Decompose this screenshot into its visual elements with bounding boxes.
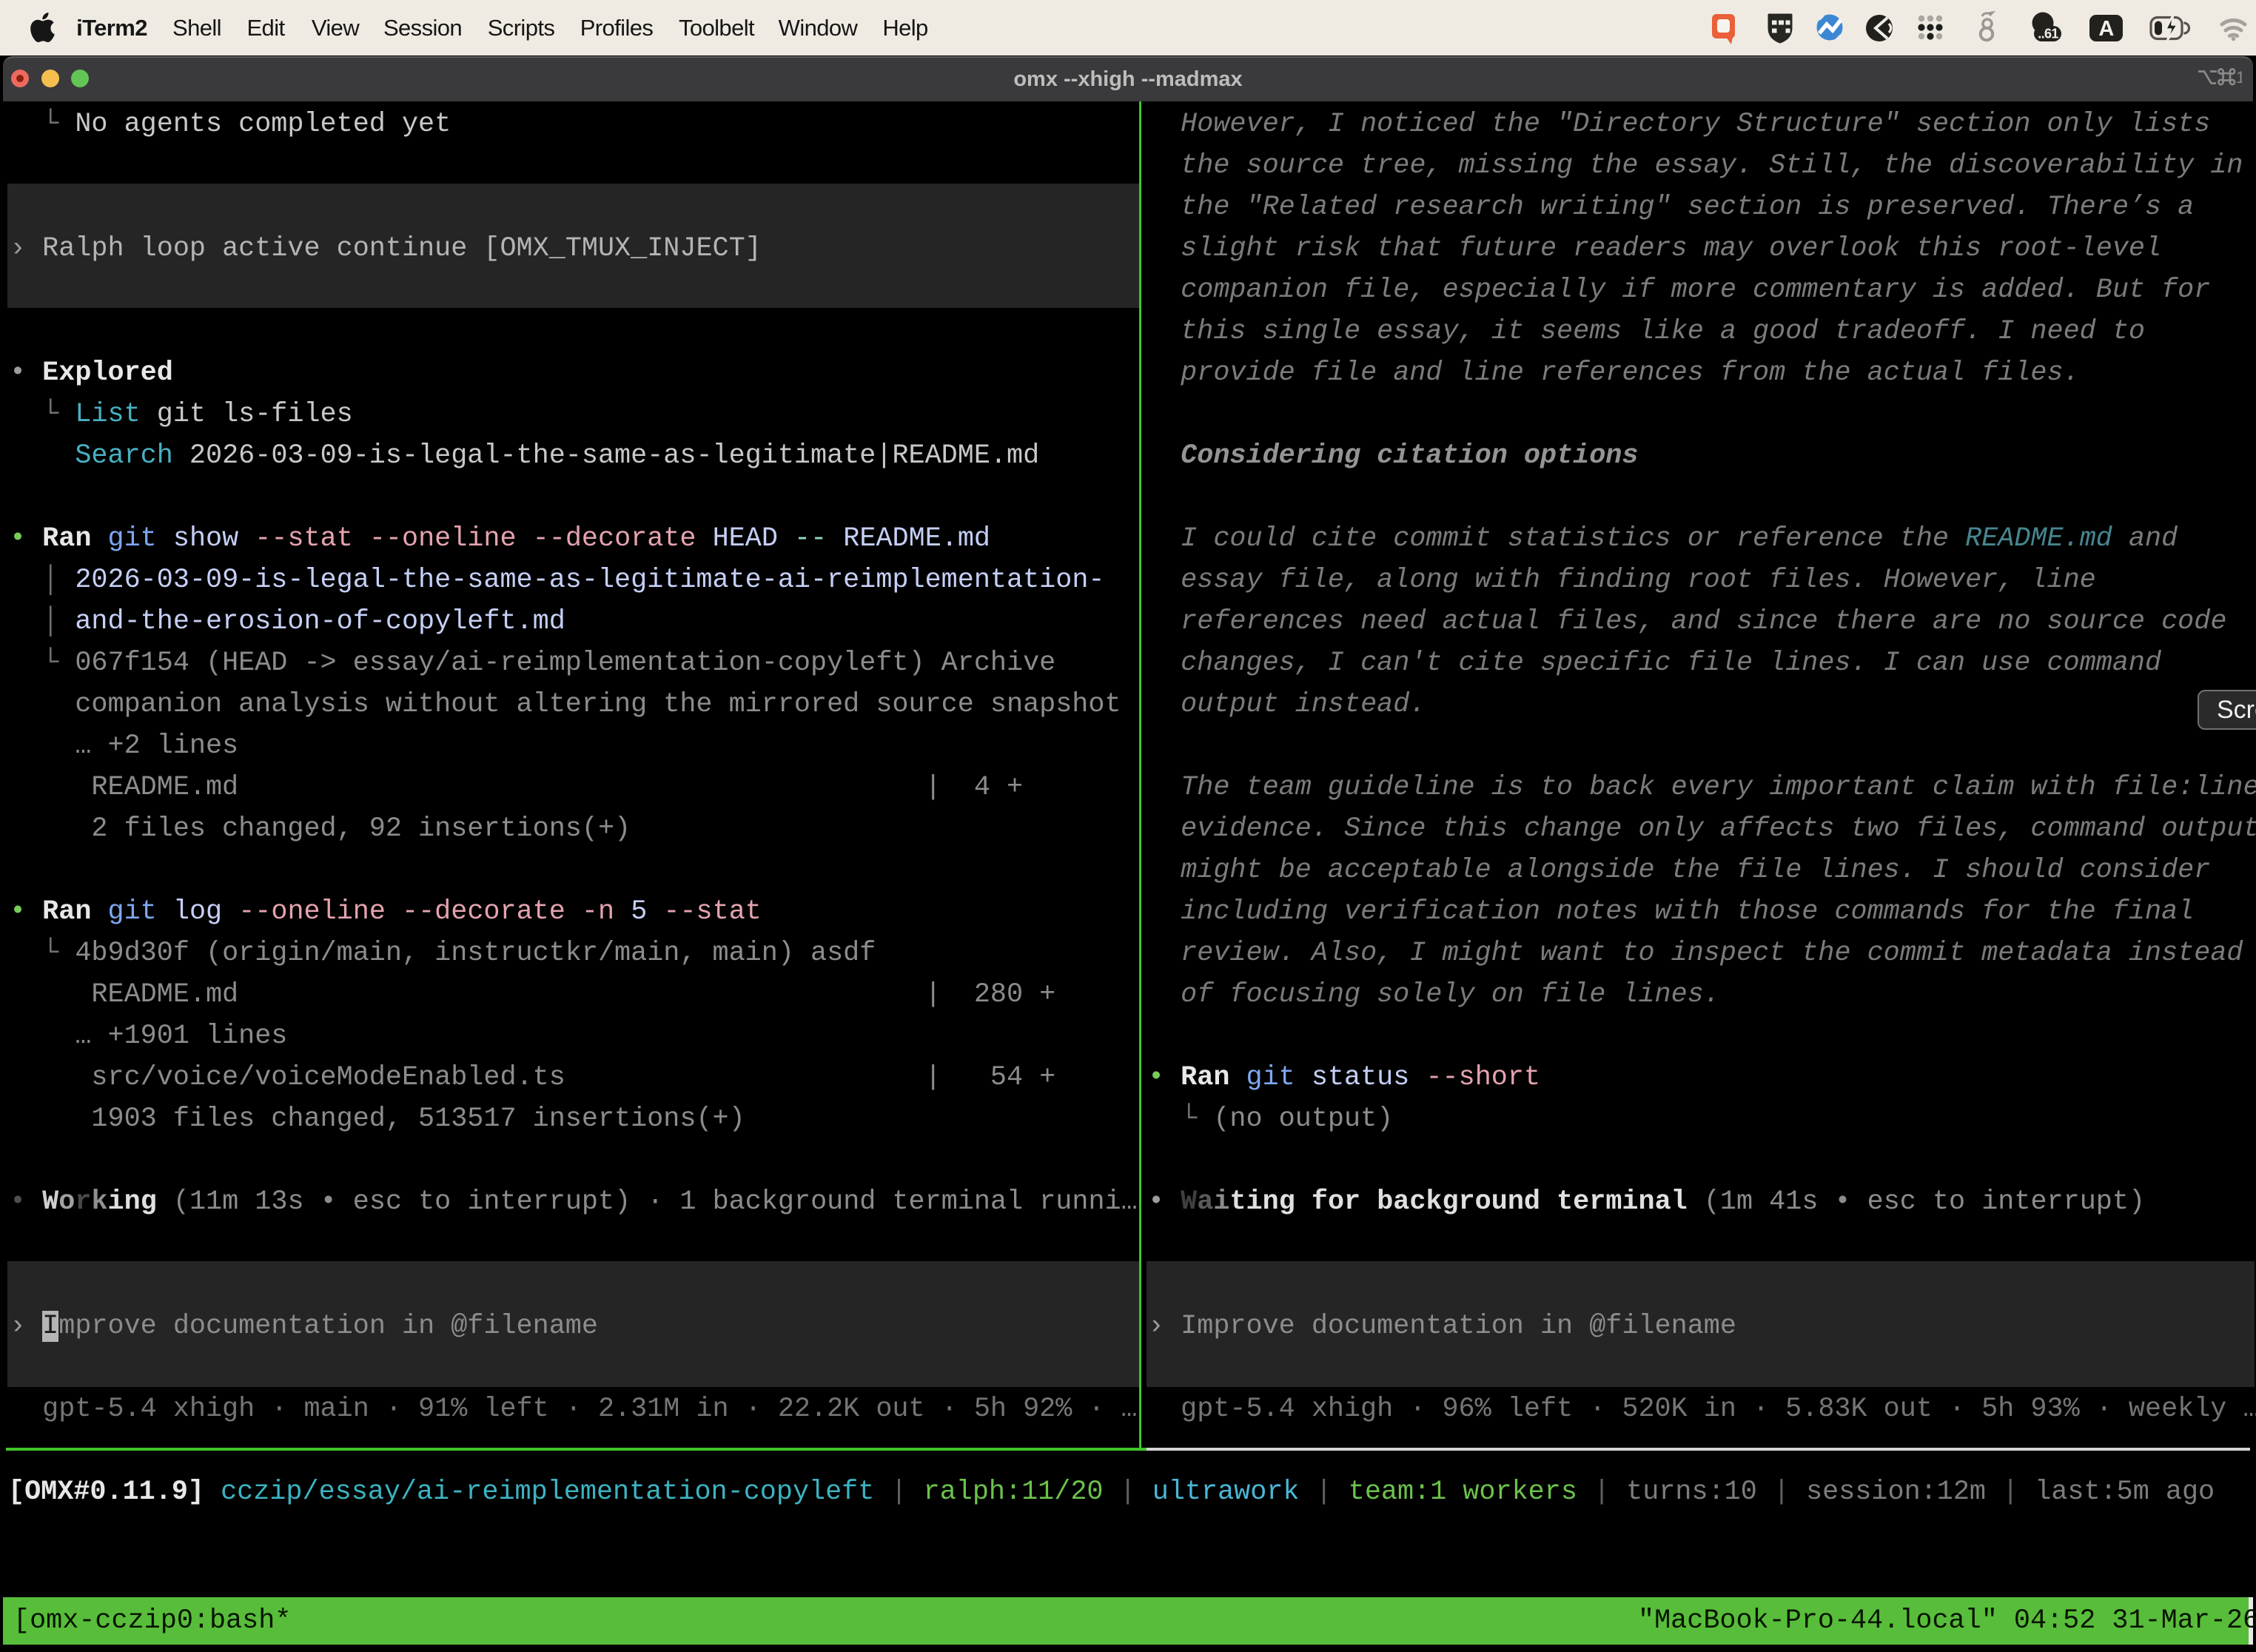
svg-text:1: 1 — [2236, 68, 2242, 87]
svg-text:..61: ..61 — [2038, 27, 2058, 41]
svg-text:A: A — [2098, 17, 2114, 41]
